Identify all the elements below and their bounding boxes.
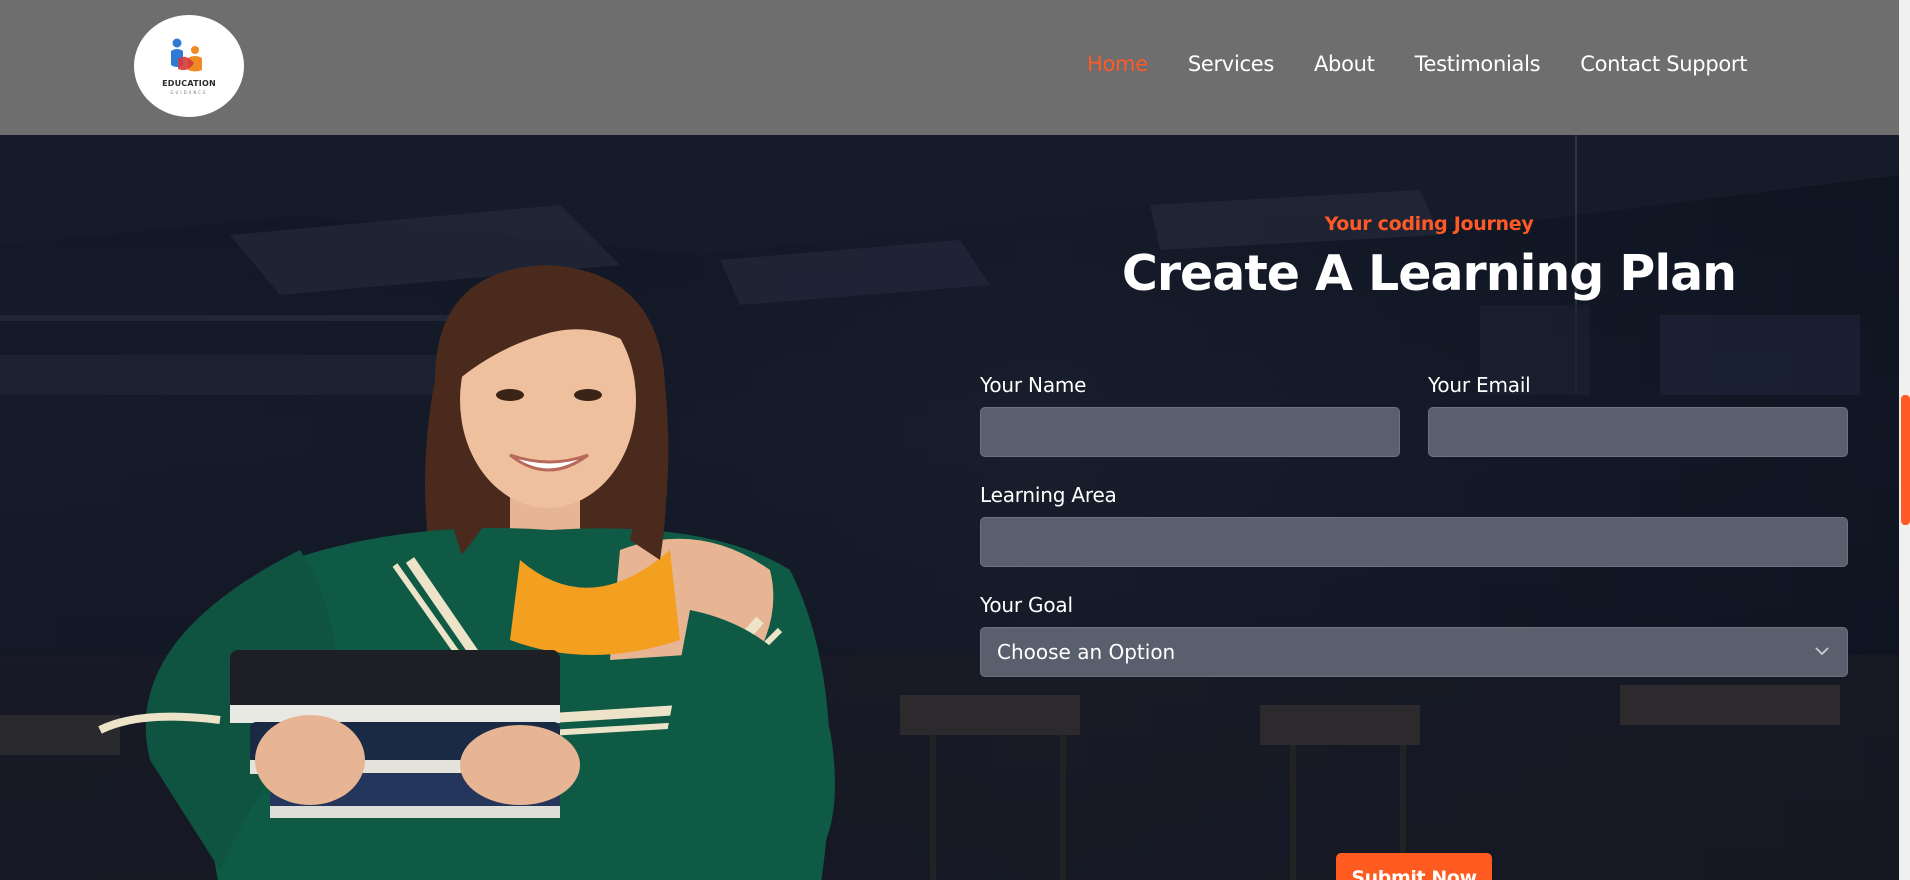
student-image [98, 265, 835, 880]
learning-plan-form: Your coding Journey Create A Learning Pl… [980, 213, 1848, 880]
site-header: EDUCATION GUIDANCE Home Services About T… [0, 0, 1899, 135]
email-group: Your Email [1428, 373, 1848, 457]
form-title: Create A Learning Plan [1121, 245, 1737, 302]
logo-subtext: GUIDANCE [170, 90, 208, 95]
goal-group: Your Goal Choose an Option [980, 593, 1848, 677]
logo-text: EDUCATION [162, 79, 216, 88]
goal-label: Your Goal [980, 593, 1073, 617]
email-input[interactable] [1428, 407, 1848, 457]
name-label: Your Name [980, 373, 1087, 397]
goal-select-value: Choose an Option [997, 640, 1176, 664]
email-label: Your Email [1428, 373, 1531, 397]
logo-icon [171, 38, 202, 72]
main-nav: Home Services About Testimonials Contact… [1087, 52, 1747, 76]
area-row: Learning Area [980, 483, 1848, 567]
nav-testimonials[interactable]: Testimonials [1415, 52, 1541, 76]
area-label: Learning Area [980, 483, 1117, 507]
scrollbar-thumb[interactable] [1901, 395, 1910, 525]
chevron-down-icon [1815, 647, 1829, 656]
hero-section: Your coding Journey Create A Learning Pl… [0, 135, 1899, 880]
name-group: Your Name [980, 373, 1400, 457]
nav-home[interactable]: Home [1087, 52, 1148, 76]
goal-row: Your Goal Choose an Option [980, 593, 1848, 677]
submit-button[interactable]: Submit Now [1336, 853, 1492, 880]
nav-about[interactable]: About [1314, 52, 1375, 76]
learning-area-input[interactable] [980, 517, 1848, 567]
form-eyebrow: Your coding Journey [1324, 213, 1534, 235]
nav-contact-support[interactable]: Contact Support [1580, 52, 1747, 76]
logo[interactable]: EDUCATION GUIDANCE [134, 15, 244, 117]
page-scrollbar[interactable] [1899, 0, 1910, 880]
name-email-row: Your Name Your Email [980, 373, 1848, 457]
name-input[interactable] [980, 407, 1400, 457]
area-group: Learning Area [980, 483, 1848, 567]
nav-services[interactable]: Services [1188, 52, 1274, 76]
goal-select[interactable]: Choose an Option [980, 627, 1848, 677]
